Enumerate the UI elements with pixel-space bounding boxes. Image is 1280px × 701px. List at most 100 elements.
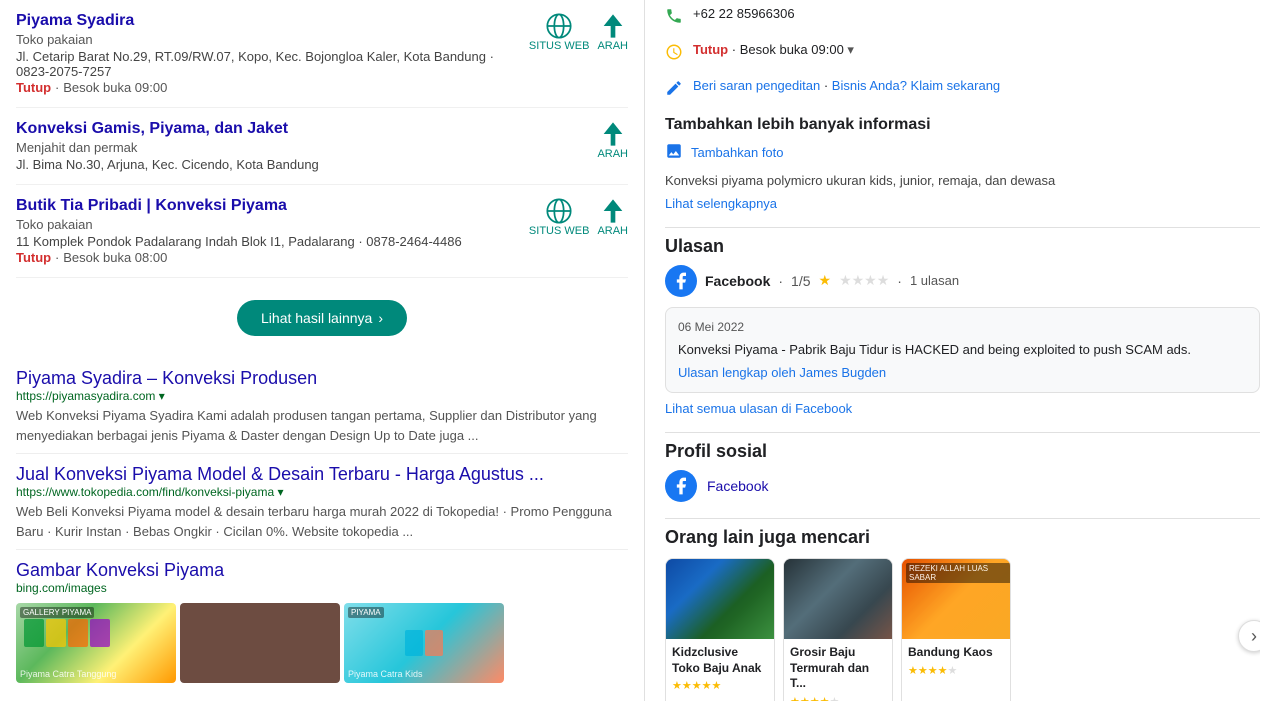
result-title-3[interactable]: Butik Tia Pribadi | Konveksi Piyama: [16, 197, 529, 215]
add-photo-label: Tambahkan foto: [691, 145, 784, 160]
description-text: Konveksi piyama polymicro ukuran kids, j…: [665, 171, 1260, 191]
review-stars-empty: ★★★★: [839, 272, 889, 289]
directions-btn-2[interactable]: ARAH: [597, 120, 628, 160]
image-2[interactable]: [180, 603, 340, 683]
organic-url-2[interactable]: https://www.tokopedia.com/find/konveksi-…: [16, 485, 628, 499]
arrow-icon-3: [599, 197, 627, 225]
card-img-3: REZEKI ALLAH LUAS SABAR: [902, 559, 1011, 639]
contact-hours-row: Tutup · Besok buka 09:00 ▾: [665, 36, 1260, 72]
clock-icon: [665, 43, 683, 66]
review-full-link[interactable]: Ulasan lengkap oleh James Bugden: [678, 365, 1247, 380]
review-stars: ★: [819, 272, 832, 289]
hours-expand-icon[interactable]: ▾: [847, 42, 854, 57]
review-source-row: Facebook · 1/5 ★ ★★★★ · 1 ulasan: [665, 265, 1260, 297]
website-label-1: SITUS WEB: [529, 40, 590, 52]
reviews-section: Ulasan Facebook · 1/5 ★ ★★★★ · 1 ulasan …: [665, 227, 1260, 425]
card-stars-3: ★★★★★: [908, 661, 1004, 677]
result-actions-1: SITUS WEB ARAH: [529, 12, 628, 52]
also-search-card-1[interactable]: Kidzclusive Toko Baju Anak ★★★★★: [665, 558, 775, 701]
card-body-2: Grosir Baju Termurah dan T... ★★★★★: [784, 639, 892, 701]
result-address-2: Jl. Bima No.30, Arjuna, Kec. Cicendo, Ko…: [16, 157, 597, 172]
image-section-source: bing.com/images: [16, 581, 628, 595]
review-source-name: Facebook: [705, 273, 770, 289]
arrow-icon-1: [599, 12, 627, 40]
see-all-reviews-link[interactable]: Lihat semua ulasan di Facebook: [665, 401, 1260, 416]
result-title-1[interactable]: Piyama Syadira: [16, 12, 529, 30]
image-3[interactable]: PIYAMA Piyama Catra Kids: [344, 603, 504, 683]
review-sep2: ·: [897, 273, 902, 289]
web-icon-1: [545, 12, 573, 40]
also-search-section: Orang lain juga mencari Kidzclusive Toko…: [665, 518, 1260, 701]
phone-number[interactable]: +62 22 85966306: [693, 6, 795, 21]
cards-row: Kidzclusive Toko Baju Anak ★★★★★ Grosir …: [665, 558, 1260, 701]
social-facebook-link[interactable]: Facebook: [707, 478, 768, 494]
status-label: Tutup: [693, 42, 728, 57]
result-actions-2: ARAH: [597, 120, 628, 160]
organic-title-2[interactable]: Jual Konveksi Piyama Model & Desain Terb…: [16, 464, 628, 485]
edit-suggestion-link[interactable]: Beri saran pengeditan: [693, 78, 820, 93]
arrow-icon-2: [599, 120, 627, 148]
review-date: 06 Mei 2022: [678, 320, 1247, 334]
social-fb-icon: [665, 470, 697, 502]
right-panel: +62 22 85966306 Tutup · Besok buka 09:00…: [645, 0, 1280, 701]
image-section-title[interactable]: Gambar Konveksi Piyama: [16, 560, 628, 581]
result-address-1: Jl. Cetarip Barat No.29, RT.09/RW.07, Ko…: [16, 49, 529, 79]
edit-sep: ·: [824, 78, 832, 93]
add-info-title: Tambahkan lebih banyak informasi: [665, 116, 1260, 134]
see-more-button[interactable]: Lihat hasil lainnya ›: [237, 300, 407, 336]
contact-phone-row: +62 22 85966306: [665, 0, 1260, 36]
card-body-1: Kidzclusive Toko Baju Anak ★★★★★: [666, 639, 774, 698]
image-grid: GALLERY PIYAMA Piyama Catra Tanggung: [16, 603, 628, 683]
website-btn-1[interactable]: SITUS WEB: [529, 12, 590, 52]
image-section: Gambar Konveksi Piyama bing.com/images G…: [16, 550, 628, 693]
see-more-description-link[interactable]: Lihat selengkapnya: [665, 196, 777, 211]
result-address-3: 11 Komplek Pondok Padalarang Indah Blok …: [16, 234, 529, 249]
see-more-label: Lihat hasil lainnya: [261, 310, 372, 326]
photo-icon: [665, 142, 683, 163]
edit-icon: [665, 79, 683, 102]
card-img-2: [784, 559, 893, 639]
social-title: Profil sosial: [665, 441, 1260, 462]
organic-result-1: Piyama Syadira – Konveksi Produsen https…: [16, 358, 628, 454]
review-count: 1 ulasan: [910, 273, 959, 288]
facebook-icon: [665, 265, 697, 297]
result-type-3: Toko pakaian: [16, 217, 529, 232]
review-text: Konveksi Piyama - Pabrik Baju Tidur is H…: [678, 340, 1247, 360]
directions-label-2: ARAH: [597, 148, 628, 160]
directions-label-1: ARAH: [597, 40, 628, 52]
status-sep: ·: [732, 42, 740, 57]
result-status-3: Tutup: [16, 250, 51, 265]
result-item-3: Butik Tia Pribadi | Konveksi Piyama Toko…: [16, 185, 628, 278]
organic-url-1[interactable]: https://piyamasyadira.com ▾: [16, 389, 628, 403]
next-arrow-button[interactable]: ›: [1238, 620, 1260, 652]
also-search-card-3[interactable]: REZEKI ALLAH LUAS SABAR Bandung Kaos ★★★…: [901, 558, 1011, 701]
image-1[interactable]: GALLERY PIYAMA Piyama Catra Tanggung: [16, 603, 176, 683]
result-item-2: Konveksi Gamis, Piyama, dan Jaket Menjah…: [16, 108, 628, 185]
web-icon-3: [545, 197, 573, 225]
card-img-1: [666, 559, 775, 639]
organic-snippet-2: Web Beli Konveksi Piyama model & desain …: [16, 502, 628, 541]
website-label-3: SITUS WEB: [529, 225, 590, 237]
review-card: 06 Mei 2022 Konveksi Piyama - Pabrik Baj…: [665, 307, 1260, 394]
also-search-card-2[interactable]: Grosir Baju Termurah dan T... ★★★★★: [783, 558, 893, 701]
result-title-2[interactable]: Konveksi Gamis, Piyama, dan Jaket: [16, 120, 597, 138]
claim-link[interactable]: Bisnis Anda? Klaim sekarang: [832, 78, 1000, 93]
result-hours-1: Besok buka 09:00: [63, 80, 167, 95]
directions-btn-3[interactable]: ARAH: [597, 197, 628, 237]
card-stars-2: ★★★★★: [790, 692, 886, 701]
reviews-title: Ulasan: [665, 236, 1260, 257]
result-status-1: Tutup: [16, 80, 51, 95]
result-sep-1: ·: [55, 80, 59, 95]
result-item-1: Piyama Syadira Toko pakaian Jl. Cetarip …: [16, 0, 628, 108]
phone-icon: [665, 7, 683, 30]
organic-title-1[interactable]: Piyama Syadira – Konveksi Produsen: [16, 368, 628, 389]
organic-snippet-1: Web Konveksi Piyama Syadira Kami adalah …: [16, 406, 628, 445]
card-stars-1: ★★★★★: [672, 676, 768, 692]
card-name-2: Grosir Baju Termurah dan T...: [790, 645, 886, 692]
see-more-chevron: ›: [378, 310, 383, 326]
directions-btn-1[interactable]: ARAH: [597, 12, 628, 52]
review-score-sep: ·: [778, 273, 783, 289]
website-btn-3[interactable]: SITUS WEB: [529, 197, 590, 237]
add-photo-row[interactable]: Tambahkan foto: [665, 142, 1260, 163]
social-row: Facebook: [665, 470, 1260, 502]
